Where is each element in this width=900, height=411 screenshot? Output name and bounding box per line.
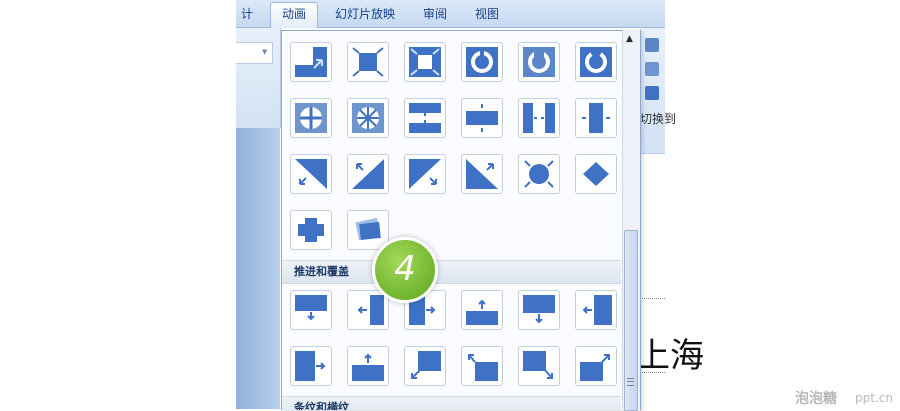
tab-slideshow[interactable]: 幻灯片放映 <box>327 3 403 25</box>
plus-icon[interactable] <box>290 210 332 250</box>
circle-icon[interactable] <box>518 154 560 194</box>
ribbon-label-switch: 切换到 <box>640 112 677 126</box>
watermark-site: ppt.cn <box>855 391 893 405</box>
tab-design[interactable]: 计 <box>236 3 258 25</box>
wheel-4-icon[interactable] <box>290 98 332 138</box>
wheel-3-icon[interactable] <box>575 42 617 82</box>
wipe-corner-icon[interactable] <box>290 42 332 82</box>
watermark-brand: 泡泡糖 <box>795 391 837 407</box>
push-down-icon[interactable] <box>518 290 560 330</box>
diagonal-up-right-icon[interactable] <box>461 154 503 194</box>
cover-up-right-icon[interactable] <box>575 346 617 386</box>
scrollbar-grip-icon <box>627 378 634 386</box>
cover-right-icon[interactable] <box>290 346 332 386</box>
combo-box[interactable] <box>236 42 273 64</box>
sound-icon[interactable] <box>645 38 659 52</box>
split-horizontal-out-icon[interactable] <box>461 98 503 138</box>
split-vertical-out-icon[interactable] <box>575 98 617 138</box>
wheel-8-icon[interactable] <box>347 98 389 138</box>
tab-animation[interactable]: 动画 <box>270 2 318 28</box>
diagonal-down-left-icon[interactable] <box>290 154 332 194</box>
wheel-2-icon[interactable] <box>518 42 560 82</box>
cover-left-icon[interactable] <box>575 290 617 330</box>
tab-view[interactable]: 视图 <box>467 3 507 25</box>
section-header-stripes-bars: 条纹和横纹 <box>282 396 621 410</box>
apply-all-icon[interactable] <box>645 86 659 100</box>
split-vertical-in-icon[interactable] <box>518 98 560 138</box>
cover-up-left-icon[interactable] <box>461 346 503 386</box>
cover-down-icon[interactable] <box>290 290 332 330</box>
section-header-push-cover: 推进和覆盖 <box>282 260 621 284</box>
transition-gallery: 推进和覆盖 条纹和横纹 <box>281 30 641 410</box>
diagonal-up-left-icon[interactable] <box>347 154 389 194</box>
cover-down-left-icon[interactable] <box>404 346 446 386</box>
cover-up-icon[interactable] <box>461 290 503 330</box>
slide-background <box>236 128 280 409</box>
diagonal-down-right-icon[interactable] <box>404 154 446 194</box>
chevron-down-icon[interactable]: ▼ <box>262 48 267 56</box>
push-left-icon[interactable] <box>347 290 389 330</box>
split-horizontal-in-icon[interactable] <box>404 98 446 138</box>
wheel-1-icon[interactable] <box>461 42 503 82</box>
scroll-up-arrow-icon[interactable]: ▲ <box>626 34 633 44</box>
box-out-icon[interactable] <box>404 42 446 82</box>
step-number-badge: 4 <box>372 237 438 303</box>
speed-icon[interactable] <box>645 62 659 76</box>
box-in-icon[interactable] <box>347 42 389 82</box>
slide-placeholder-border <box>640 298 665 299</box>
push-up-icon[interactable] <box>347 346 389 386</box>
diamond-icon[interactable] <box>575 154 617 194</box>
slide-title-text: 上海 <box>636 336 704 376</box>
cover-down-right-icon[interactable] <box>518 346 560 386</box>
tab-review[interactable]: 审阅 <box>415 3 455 25</box>
